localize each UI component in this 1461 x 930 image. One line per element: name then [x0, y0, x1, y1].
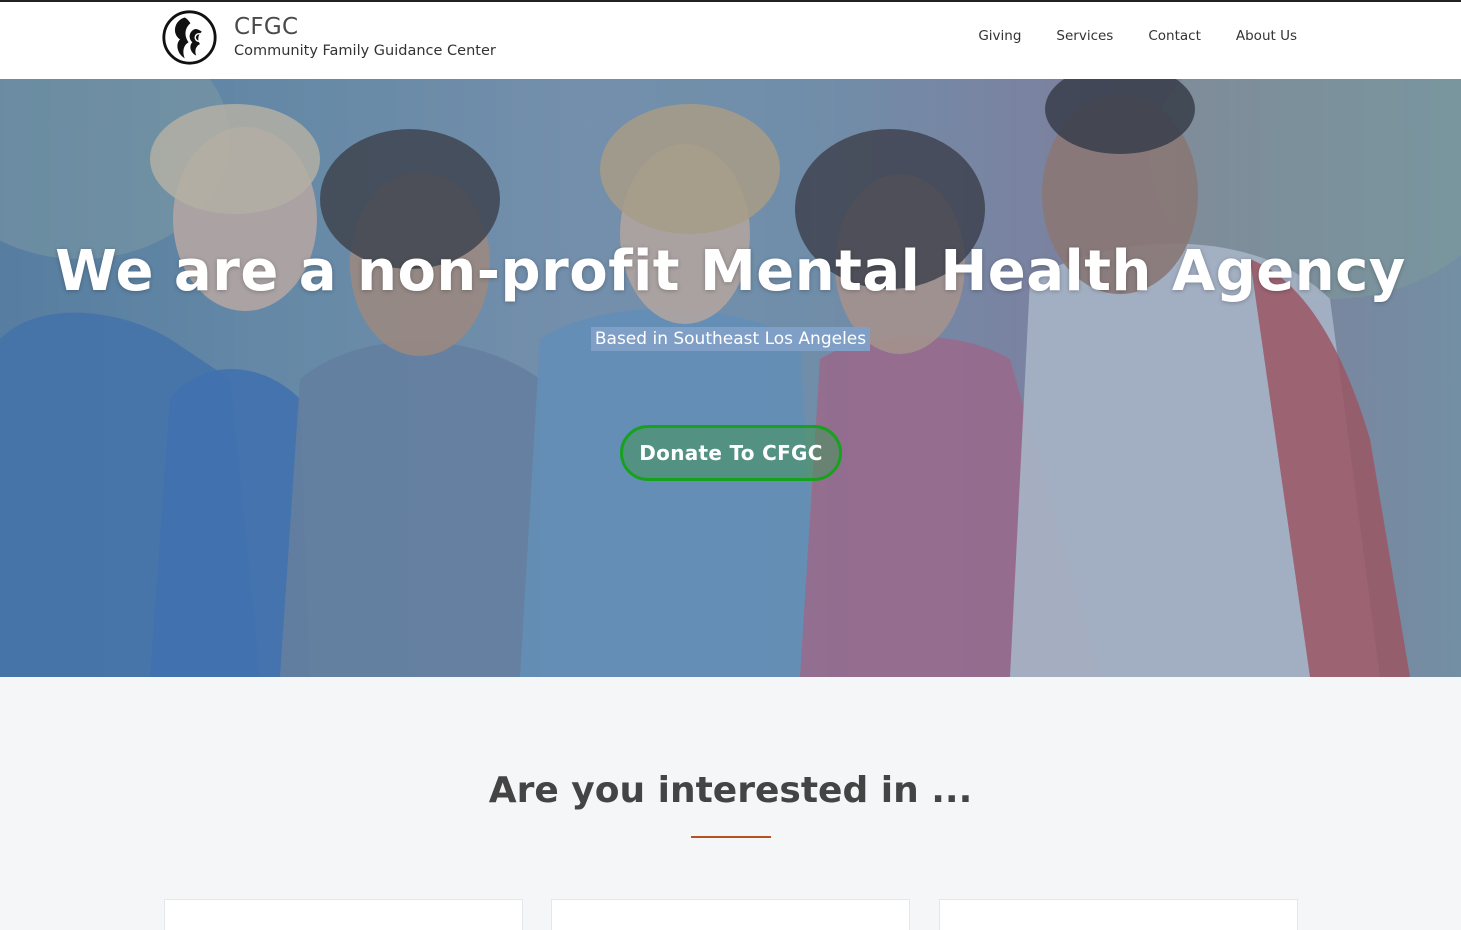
- nav-about-us[interactable]: About Us: [1236, 28, 1297, 44]
- brand-link[interactable]: CFGC Community Family Guidance Center: [161, 9, 496, 66]
- brand-title: CFGC: [234, 14, 299, 40]
- cfgc-logo-icon: [162, 10, 217, 65]
- interest-card[interactable]: [551, 899, 910, 930]
- section-divider: [691, 836, 771, 838]
- hero-title: We are a non-profit Mental Health Agency: [55, 239, 1406, 304]
- donate-button[interactable]: Donate To CFGC: [620, 425, 842, 481]
- section-title: Are you interested in ...: [488, 770, 973, 811]
- nav-contact[interactable]: Contact: [1148, 28, 1201, 44]
- main-nav: Giving Services Contact About Us: [943, 28, 1297, 44]
- interest-card[interactable]: [939, 899, 1298, 930]
- hero-banner: We are a non-profit Mental Health Agency…: [0, 79, 1461, 677]
- hero-subtitle: Based in Southeast Los Angeles: [590, 327, 871, 351]
- site-header: CFGC Community Family Guidance Center Gi…: [0, 2, 1461, 79]
- interest-card[interactable]: [164, 899, 523, 930]
- nav-services[interactable]: Services: [1056, 28, 1113, 44]
- hero-photo-children: [0, 79, 1461, 677]
- brand-subtitle: Community Family Guidance Center: [234, 43, 496, 59]
- nav-giving[interactable]: Giving: [978, 28, 1021, 44]
